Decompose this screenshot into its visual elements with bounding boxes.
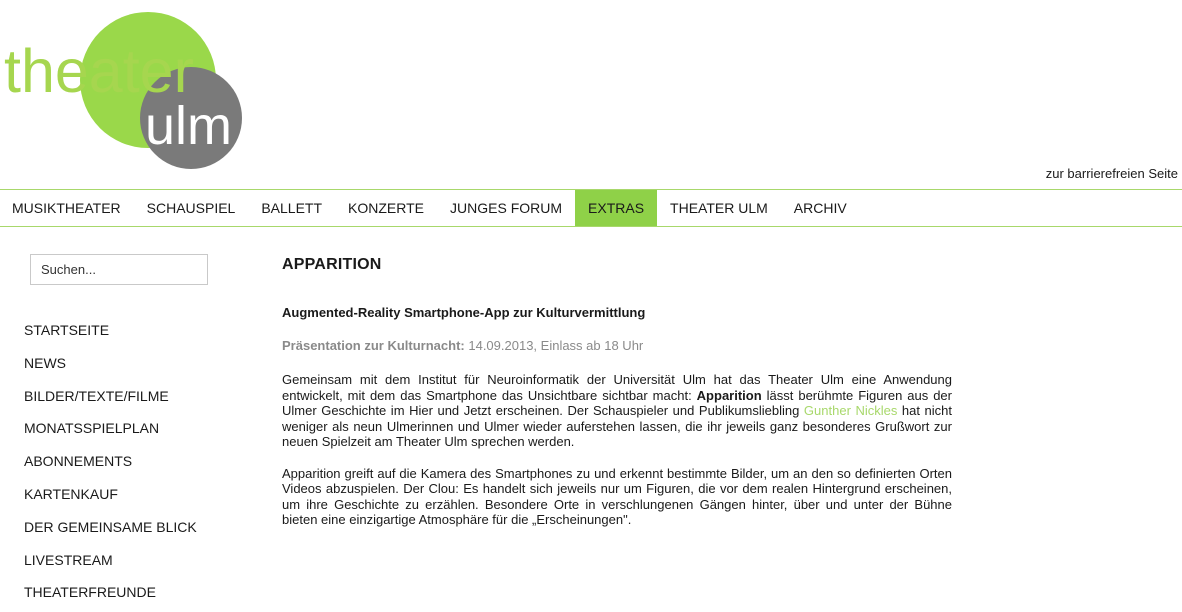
event-meta-value: 14.09.2013, Einlass ab 18 Uhr xyxy=(464,338,644,353)
paragraph-details: Apparition greift auf die Kamera des Sma… xyxy=(282,465,952,528)
sidebar-item-theaterfreunde[interactable]: THEATERFREUNDE xyxy=(24,582,197,612)
nav-item-archiv[interactable]: ARCHIV xyxy=(781,190,860,226)
page: theater ulm zur barrierefreien Seite MUS… xyxy=(0,0,1182,612)
article-subtitle: Augmented-Reality Smartphone-App zur Kul… xyxy=(282,305,646,320)
sidebar-item-startseite[interactable]: STARTSEITE xyxy=(24,320,197,353)
search-input[interactable] xyxy=(30,254,208,285)
sidebar-navigation: STARTSEITE NEWS BILDER/TEXTE/FILME MONAT… xyxy=(24,320,197,612)
sidebar-item-abonnements[interactable]: ABONNEMENTS xyxy=(24,451,197,484)
nav-item-konzerte[interactable]: KONZERTE xyxy=(335,190,437,226)
sidebar-item-monatsspielplan[interactable]: MONATSSPIELPLAN xyxy=(24,418,197,451)
paragraph-intro-app-name: Apparition xyxy=(696,387,762,403)
nav-item-junges-forum[interactable]: JUNGES FORUM xyxy=(437,190,575,226)
event-meta-label: Präsentation zur Kulturnacht: xyxy=(282,338,465,353)
sidebar-item-kartenkauf[interactable]: KARTENKAUF xyxy=(24,484,197,517)
event-meta: Präsentation zur Kulturnacht: 14.09.2013… xyxy=(282,338,952,353)
sidebar-item-der-gemeinsame-blick[interactable]: DER GEMEINSAME BLICK xyxy=(24,517,197,550)
sidebar-item-news[interactable]: NEWS xyxy=(24,353,197,386)
sidebar-item-livestream[interactable]: LIVESTREAM xyxy=(24,550,197,583)
logo-graphic: theater ulm xyxy=(4,12,242,169)
nav-item-musiktheater[interactable]: MUSIKTHEATER xyxy=(0,190,134,226)
nav-item-theater-ulm[interactable]: THEATER ULM xyxy=(657,190,781,226)
theater-ulm-logo[interactable]: theater ulm xyxy=(0,0,260,175)
nav-item-ballett[interactable]: BALLETT xyxy=(248,190,335,226)
logo-word-theater: theater xyxy=(4,37,194,105)
sidebar-item-bilder-texte-filme[interactable]: BILDER/TEXTE/FILME xyxy=(24,386,197,419)
main-navigation: MUSIKTHEATER SCHAUSPIEL BALLETT KONZERTE… xyxy=(0,189,1182,227)
accessible-page-link[interactable]: zur barrierefreien Seite xyxy=(1046,166,1178,181)
page-title: APPARITION xyxy=(282,256,382,273)
actor-link[interactable]: Gunther Nickles xyxy=(804,403,897,418)
main-content: APPARITION Augmented-Reality Smartphone-… xyxy=(282,256,952,544)
logo-word-ulm: ulm xyxy=(145,96,232,156)
nav-item-schauspiel[interactable]: SCHAUSPIEL xyxy=(134,190,249,226)
paragraph-intro: Gemeinsam mit dem Institut für Neuroinfo… xyxy=(282,372,952,450)
nav-item-extras[interactable]: EXTRAS xyxy=(575,190,658,226)
